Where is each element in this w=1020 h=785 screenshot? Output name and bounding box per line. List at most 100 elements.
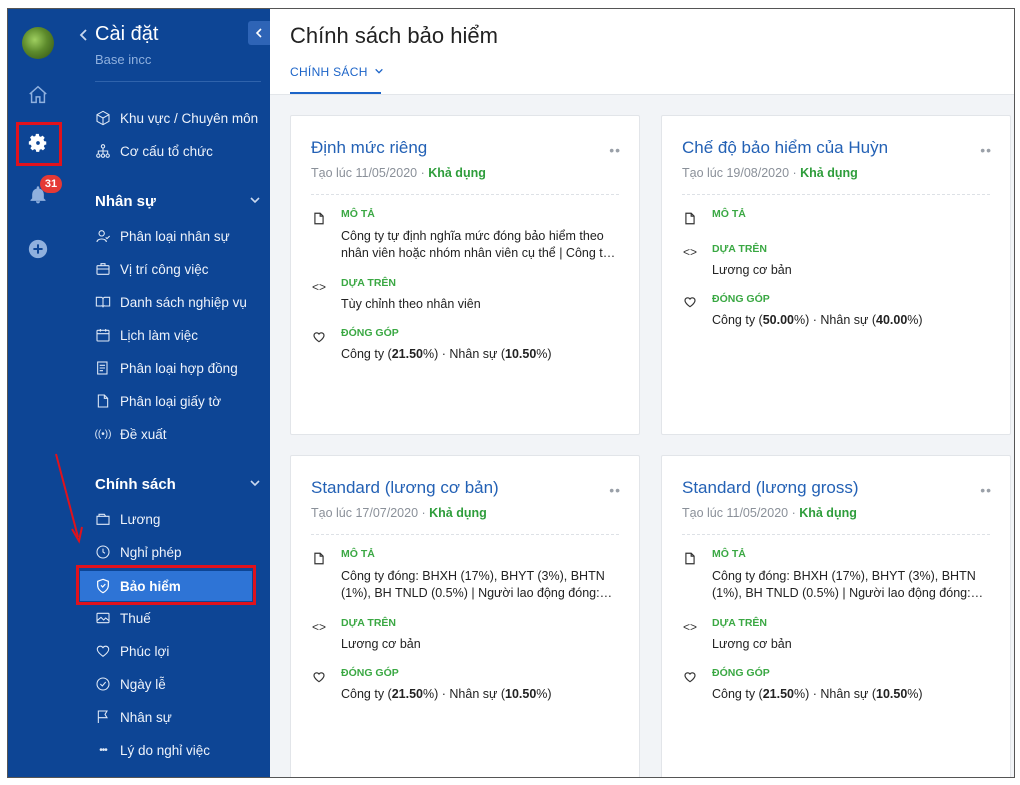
chevron-down-icon	[374, 65, 384, 79]
icon-rail: 31	[8, 9, 70, 777]
sidebar-item-salary[interactable]: Lương	[94, 508, 160, 530]
back-chevron-icon[interactable]	[78, 27, 90, 43]
document-icon	[94, 392, 112, 410]
chevron-down-icon	[249, 476, 261, 493]
policy-card[interactable]: Định mức riêng •• Tạo lúc 11/05/2020 · K…	[290, 115, 640, 435]
heart-icon	[94, 642, 112, 660]
sidebar-item-resign-reason[interactable]: ••• Lý do nghỉ việc	[94, 739, 210, 761]
sidebar-item-doc-type[interactable]: Phân loại giấy tờ	[94, 390, 221, 412]
policy-card[interactable]: Chế độ bảo hiểm của Huỳn •• Tạo lúc 19/0…	[661, 115, 1011, 435]
card-divider	[682, 534, 990, 535]
sidebar-item-hr-type[interactable]: Phân loại nhân sự	[94, 225, 230, 247]
card-based-on: Lương cơ bản	[341, 637, 421, 651]
sidebar-title: Cài đặt	[95, 23, 159, 45]
sidebar-item-label: Khu vực / Chuyên môn	[120, 110, 259, 126]
clock-icon	[94, 543, 112, 561]
heart-icon	[682, 669, 698, 685]
card-contribution: Công ty (21.50%) · Nhân sự (10.50%)	[712, 687, 923, 701]
sidebar-divider	[95, 81, 261, 82]
section-hr-header[interactable]: Nhân sự	[95, 193, 261, 210]
add-circle-icon[interactable]	[22, 233, 54, 265]
chevron-left-icon	[255, 28, 262, 38]
field-label: DỰA TRÊN	[712, 617, 767, 629]
code-icon: <>	[682, 245, 697, 259]
card-meta: Tạo lúc 11/05/2020 · Khả dụng	[682, 506, 857, 520]
status-badge: Khả dụng	[799, 506, 857, 520]
sidebar-item-hr-policy[interactable]: Nhân sự	[94, 706, 172, 728]
card-meta: Tạo lúc 19/08/2020 · Khả dụng	[682, 166, 858, 180]
card-title[interactable]: Định mức riêng	[311, 138, 427, 158]
sidebar-item-label: Vị trí công việc	[120, 261, 209, 277]
sidebar-item-label: Phúc lợi	[120, 643, 170, 659]
sidebar-item-contract-type[interactable]: Phân loại hợp đồng	[94, 357, 238, 379]
field-label: ĐÓNG GÓP	[341, 667, 399, 679]
tab-underline	[290, 92, 381, 94]
tab-label: CHÍNH SÁCH	[290, 65, 368, 79]
contract-icon	[94, 359, 112, 377]
settings-sidebar: Cài đặt Base incc Khu vực / Chuyên môn C…	[70, 9, 270, 777]
more-options-icon[interactable]: ••	[980, 142, 992, 158]
main-content: Chính sách bảo hiểm CHÍNH SÁCH Định mức …	[270, 9, 1014, 777]
check-circle-icon	[94, 675, 112, 693]
page-header: Chính sách bảo hiểm CHÍNH SÁCH	[270, 9, 1014, 95]
card-divider	[311, 194, 619, 195]
section-policy-header[interactable]: Chính sách	[95, 476, 261, 493]
sidebar-item-operations[interactable]: Danh sách nghiệp vụ	[94, 291, 247, 313]
sidebar-item-leave[interactable]: Nghỉ phép	[94, 541, 182, 563]
page-title: Chính sách bảo hiểm	[290, 23, 498, 48]
sidebar-item-label: Cơ cấu tổ chức	[120, 143, 213, 159]
gear-highlight-box	[16, 122, 62, 166]
field-label: DỰA TRÊN	[341, 617, 396, 629]
sidebar-item-label: Nghỉ phép	[120, 544, 182, 560]
field-label: MÔ TẢ	[712, 208, 746, 220]
home-icon[interactable]	[22, 79, 54, 111]
status-badge: Khả dụng	[428, 166, 486, 180]
cube-icon	[94, 109, 112, 127]
sidebar-item-label: Đề xuất	[120, 426, 167, 442]
sidebar-item-org[interactable]: Cơ cấu tổ chức	[94, 140, 213, 162]
user-icon	[94, 227, 112, 245]
sidebar-item-region[interactable]: Khu vực / Chuyên môn	[94, 107, 258, 129]
briefcase-icon	[94, 260, 112, 278]
card-title[interactable]: Chế độ bảo hiểm của Huỳn	[682, 138, 888, 158]
policy-card[interactable]: Standard (lương cơ bản) •• Tạo lúc 17/07…	[290, 455, 640, 777]
annotation-arrow-icon	[55, 453, 83, 544]
code-icon: <>	[682, 620, 697, 634]
card-based-on: Lương cơ bản	[712, 263, 792, 277]
code-icon: <>	[311, 620, 326, 634]
sidebar-item-label: Danh sách nghiệp vụ	[120, 294, 247, 310]
field-label: DỰA TRÊN	[341, 277, 396, 289]
card-description: Công ty tự định nghĩa mức đóng bảo hiểm …	[341, 229, 610, 260]
more-options-icon[interactable]: ••	[980, 482, 992, 498]
avatar[interactable]	[22, 27, 54, 59]
document-icon	[311, 550, 327, 566]
section-title: Chính sách	[95, 476, 176, 493]
card-title[interactable]: Standard (lương gross)	[682, 478, 859, 498]
sidebar-item-proposal[interactable]: ((•)) Đề xuất	[94, 423, 167, 445]
sidebar-item-job-position[interactable]: Vị trí công việc	[94, 258, 209, 280]
card-title[interactable]: Standard (lương cơ bản)	[311, 478, 499, 498]
sidebar-item-label: Phân loại nhân sự	[120, 228, 230, 244]
sidebar-item-tax[interactable]: Thuế	[94, 607, 151, 629]
more-options-icon[interactable]: ••	[609, 482, 621, 498]
card-meta: Tạo lúc 11/05/2020 · Khả dụng	[311, 166, 486, 180]
policy-card[interactable]: Standard (lương gross) •• Tạo lúc 11/05/…	[661, 455, 1011, 777]
sidebar-item-label: Phân loại giấy tờ	[120, 393, 222, 409]
collapse-sidebar-button[interactable]	[248, 21, 270, 45]
broadcast-icon: ((•))	[94, 428, 112, 440]
chevron-down-icon	[249, 193, 261, 210]
sidebar-item-holidays[interactable]: Ngày lễ	[94, 673, 166, 695]
sidebar-item-label: Ngày lễ	[120, 676, 166, 692]
card-contribution: Công ty (21.50%) · Nhân sự (10.50%)	[341, 347, 552, 361]
card-contribution: Công ty (50.00%) · Nhân sự (40.00%)	[712, 313, 923, 327]
status-badge: Khả dụng	[800, 166, 858, 180]
notification-badge: 31	[40, 175, 62, 193]
calendar-icon	[94, 326, 112, 344]
sidebar-item-benefits[interactable]: Phúc lợi	[94, 640, 169, 662]
sidebar-item-schedule[interactable]: Lịch làm việc	[94, 324, 198, 346]
field-label: ĐÓNG GÓP	[712, 667, 770, 679]
tab-policy[interactable]: CHÍNH SÁCH	[290, 65, 384, 95]
more-options-icon[interactable]: ••	[609, 142, 621, 158]
card-divider	[311, 534, 619, 535]
card-based-on: Tùy chỉnh theo nhân viên	[341, 297, 481, 311]
